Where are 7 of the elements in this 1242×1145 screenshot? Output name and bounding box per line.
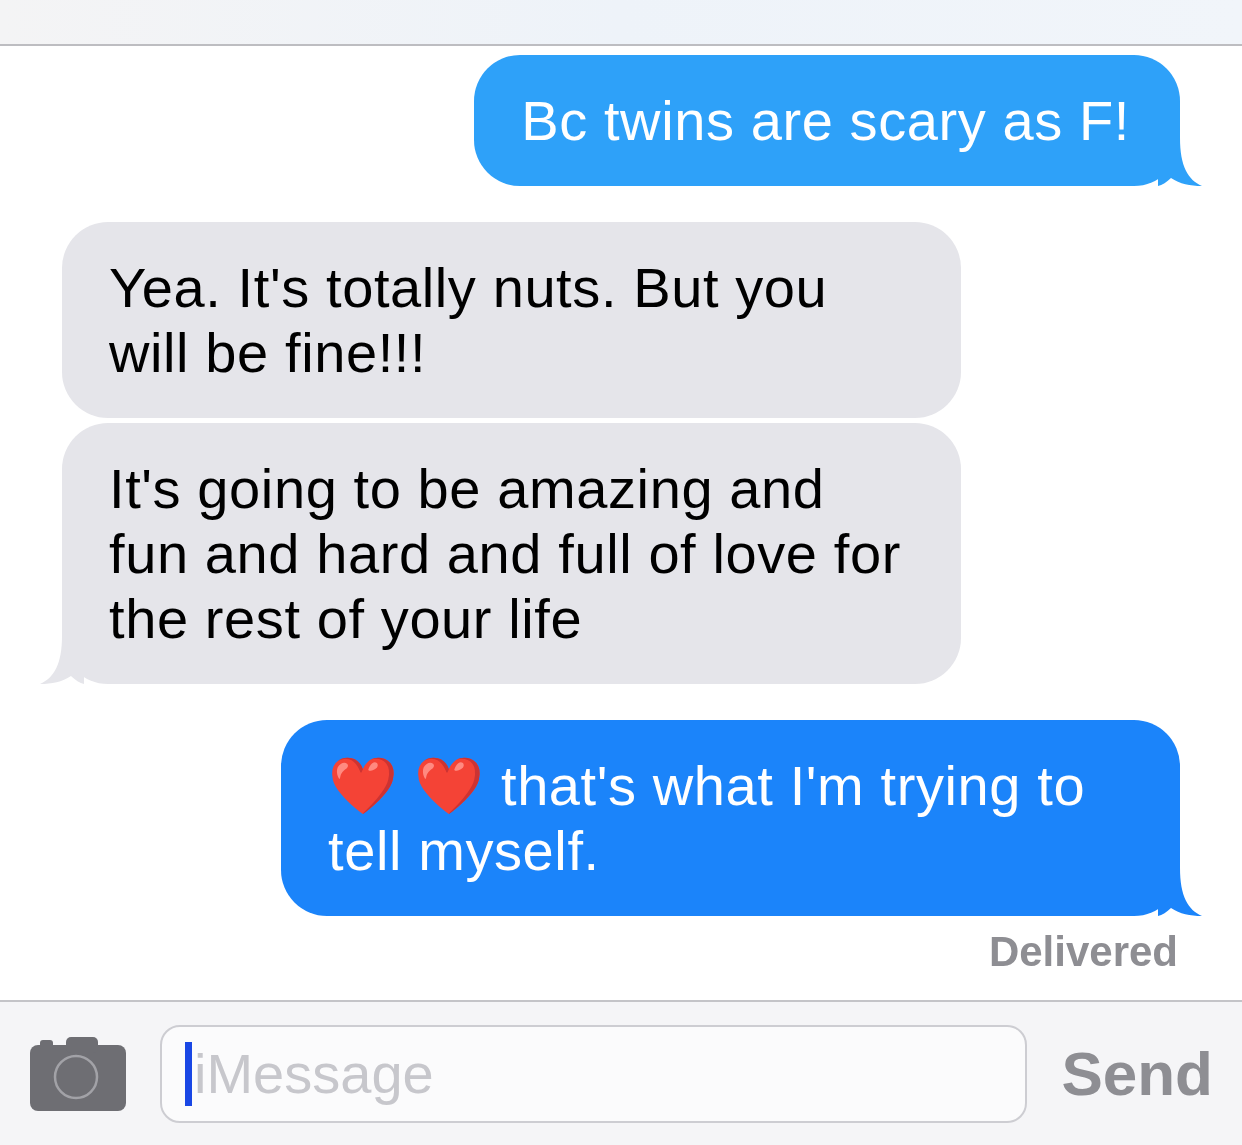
camera-icon[interactable] [30,1036,128,1111]
text-cursor [185,1041,192,1106]
delivery-status: Delivered [988,928,1178,976]
message-text: It's going to be amazing and fun and hard and full of love for the rest of your life [109,457,901,650]
message-text: Bc twins are scary as F! [521,89,1130,152]
message-text: Yea. It's totally nuts. But you will be fine!!! [109,256,828,384]
message-text: ❤ ❤ that's what I'm trying to tell myself. [328,754,1086,882]
